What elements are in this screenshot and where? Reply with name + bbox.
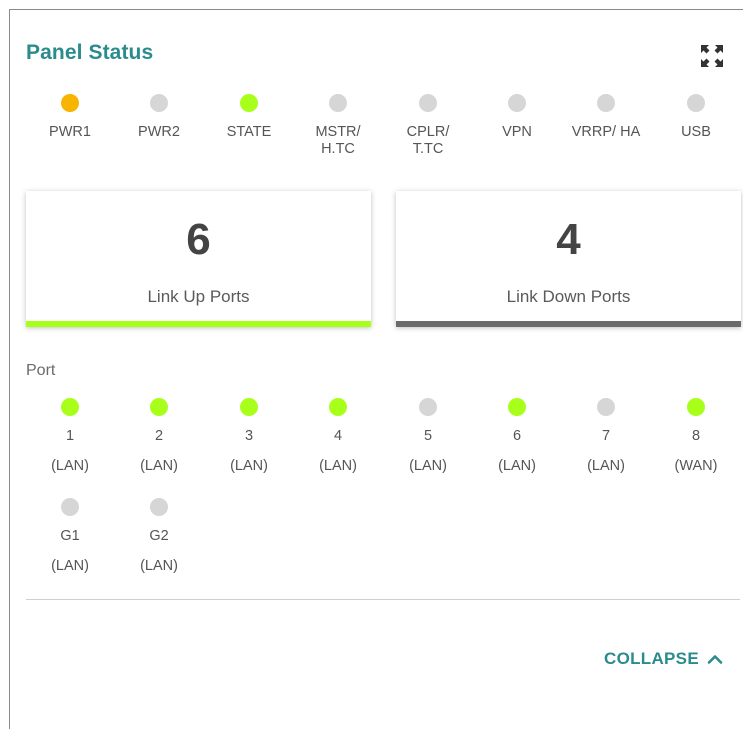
port-section-heading: Port — [26, 362, 56, 379]
port-led-dot — [61, 398, 79, 416]
led-dot — [240, 94, 258, 112]
port-type: (WAN) — [674, 458, 718, 474]
port-type: (LAN) — [140, 558, 178, 574]
port-g2[interactable]: G2 (LAN) — [114, 498, 204, 575]
led-dot — [150, 94, 168, 112]
indicator-label: PWR1 — [49, 124, 91, 140]
port-led-dot — [150, 498, 168, 516]
port-g1[interactable]: G1 (LAN) — [25, 498, 115, 575]
port-number: 1 — [65, 428, 75, 444]
indicator-vpn: VPN — [472, 94, 562, 141]
led-indicator-row: PWR1 PWR2 STATE MSTR/ H.TC CPLR/ T.TC VP… — [10, 94, 743, 174]
port-4[interactable]: 4 (LAN) — [293, 398, 383, 475]
indicator-cplr-ttc: CPLR/ T.TC — [383, 94, 473, 158]
led-dot — [61, 94, 79, 112]
led-dot — [687, 94, 705, 112]
link-down-label: Link Down Ports — [506, 287, 631, 306]
link-down-ports-card[interactable]: 4 Link Down Ports — [396, 191, 741, 327]
indicator-label: USB — [681, 124, 711, 140]
indicator-state: STATE — [204, 94, 294, 141]
indicator-label: CPLR/ T.TC — [406, 124, 450, 157]
port-number: 2 — [154, 428, 164, 444]
indicator-pwr1: PWR1 — [25, 94, 115, 141]
port-2[interactable]: 2 (LAN) — [114, 398, 204, 475]
port-number: 4 — [333, 428, 343, 444]
indicator-label: MSTR/ H.TC — [315, 124, 361, 157]
fullscreen-icon[interactable] — [698, 42, 726, 70]
indicator-label: PWR2 — [138, 124, 180, 140]
indicator-mstr-htc: MSTR/ H.TC — [293, 94, 383, 158]
port-5[interactable]: 5 (LAN) — [383, 398, 473, 475]
led-dot — [329, 94, 347, 112]
indicator-label: VRRP/ HA — [571, 124, 641, 140]
port-type: (LAN) — [319, 458, 357, 474]
port-number: G1 — [60, 528, 80, 544]
led-dot — [419, 94, 437, 112]
port-3[interactable]: 3 (LAN) — [204, 398, 294, 475]
port-number: 7 — [601, 428, 611, 444]
indicator-label: STATE — [226, 124, 272, 140]
port-led-dot — [419, 398, 437, 416]
link-up-count: 6 — [186, 215, 211, 264]
panel-title: Panel Status — [26, 41, 154, 64]
port-led-dot — [329, 398, 347, 416]
port-led-dot — [687, 398, 705, 416]
link-up-status-bar — [26, 321, 371, 327]
link-down-count: 4 — [556, 215, 581, 264]
port-7[interactable]: 7 (LAN) — [561, 398, 651, 475]
chevron-up-icon — [707, 655, 723, 664]
port-6[interactable]: 6 (LAN) — [472, 398, 562, 475]
led-dot — [508, 94, 526, 112]
port-led-dot — [150, 398, 168, 416]
port-number: 6 — [512, 428, 522, 444]
indicator-pwr2: PWR2 — [114, 94, 204, 141]
port-type: (LAN) — [409, 458, 447, 474]
divider — [26, 599, 740, 600]
port-1[interactable]: 1 (LAN) — [25, 398, 115, 475]
port-type: (LAN) — [51, 558, 89, 574]
port-led-dot — [508, 398, 526, 416]
led-dot — [597, 94, 615, 112]
port-number: G2 — [149, 528, 169, 544]
port-8[interactable]: 8 (WAN) — [651, 398, 741, 475]
collapse-button[interactable]: COLLAPSE — [604, 649, 723, 669]
port-number: 5 — [423, 428, 433, 444]
link-down-status-bar — [396, 321, 741, 327]
port-type: (LAN) — [140, 458, 178, 474]
port-type: (LAN) — [498, 458, 536, 474]
collapse-label: COLLAPSE — [604, 649, 699, 668]
port-led-dot — [240, 398, 258, 416]
indicator-usb: USB — [651, 94, 741, 141]
link-up-ports-card[interactable]: 6 Link Up Ports — [26, 191, 371, 327]
port-number: 3 — [244, 428, 254, 444]
indicator-vrrp-ha: VRRP/ HA — [561, 94, 651, 141]
port-led-dot — [597, 398, 615, 416]
port-led-dot — [61, 498, 79, 516]
port-type: (LAN) — [587, 458, 625, 474]
port-type: (LAN) — [230, 458, 268, 474]
panel-status-card: Panel Status PWR1 PWR2 STATE MSTR/ H.TC — [9, 9, 743, 729]
port-type: (LAN) — [51, 458, 89, 474]
link-up-label: Link Up Ports — [147, 287, 250, 306]
indicator-label: VPN — [502, 124, 532, 140]
port-number: 8 — [691, 428, 701, 444]
